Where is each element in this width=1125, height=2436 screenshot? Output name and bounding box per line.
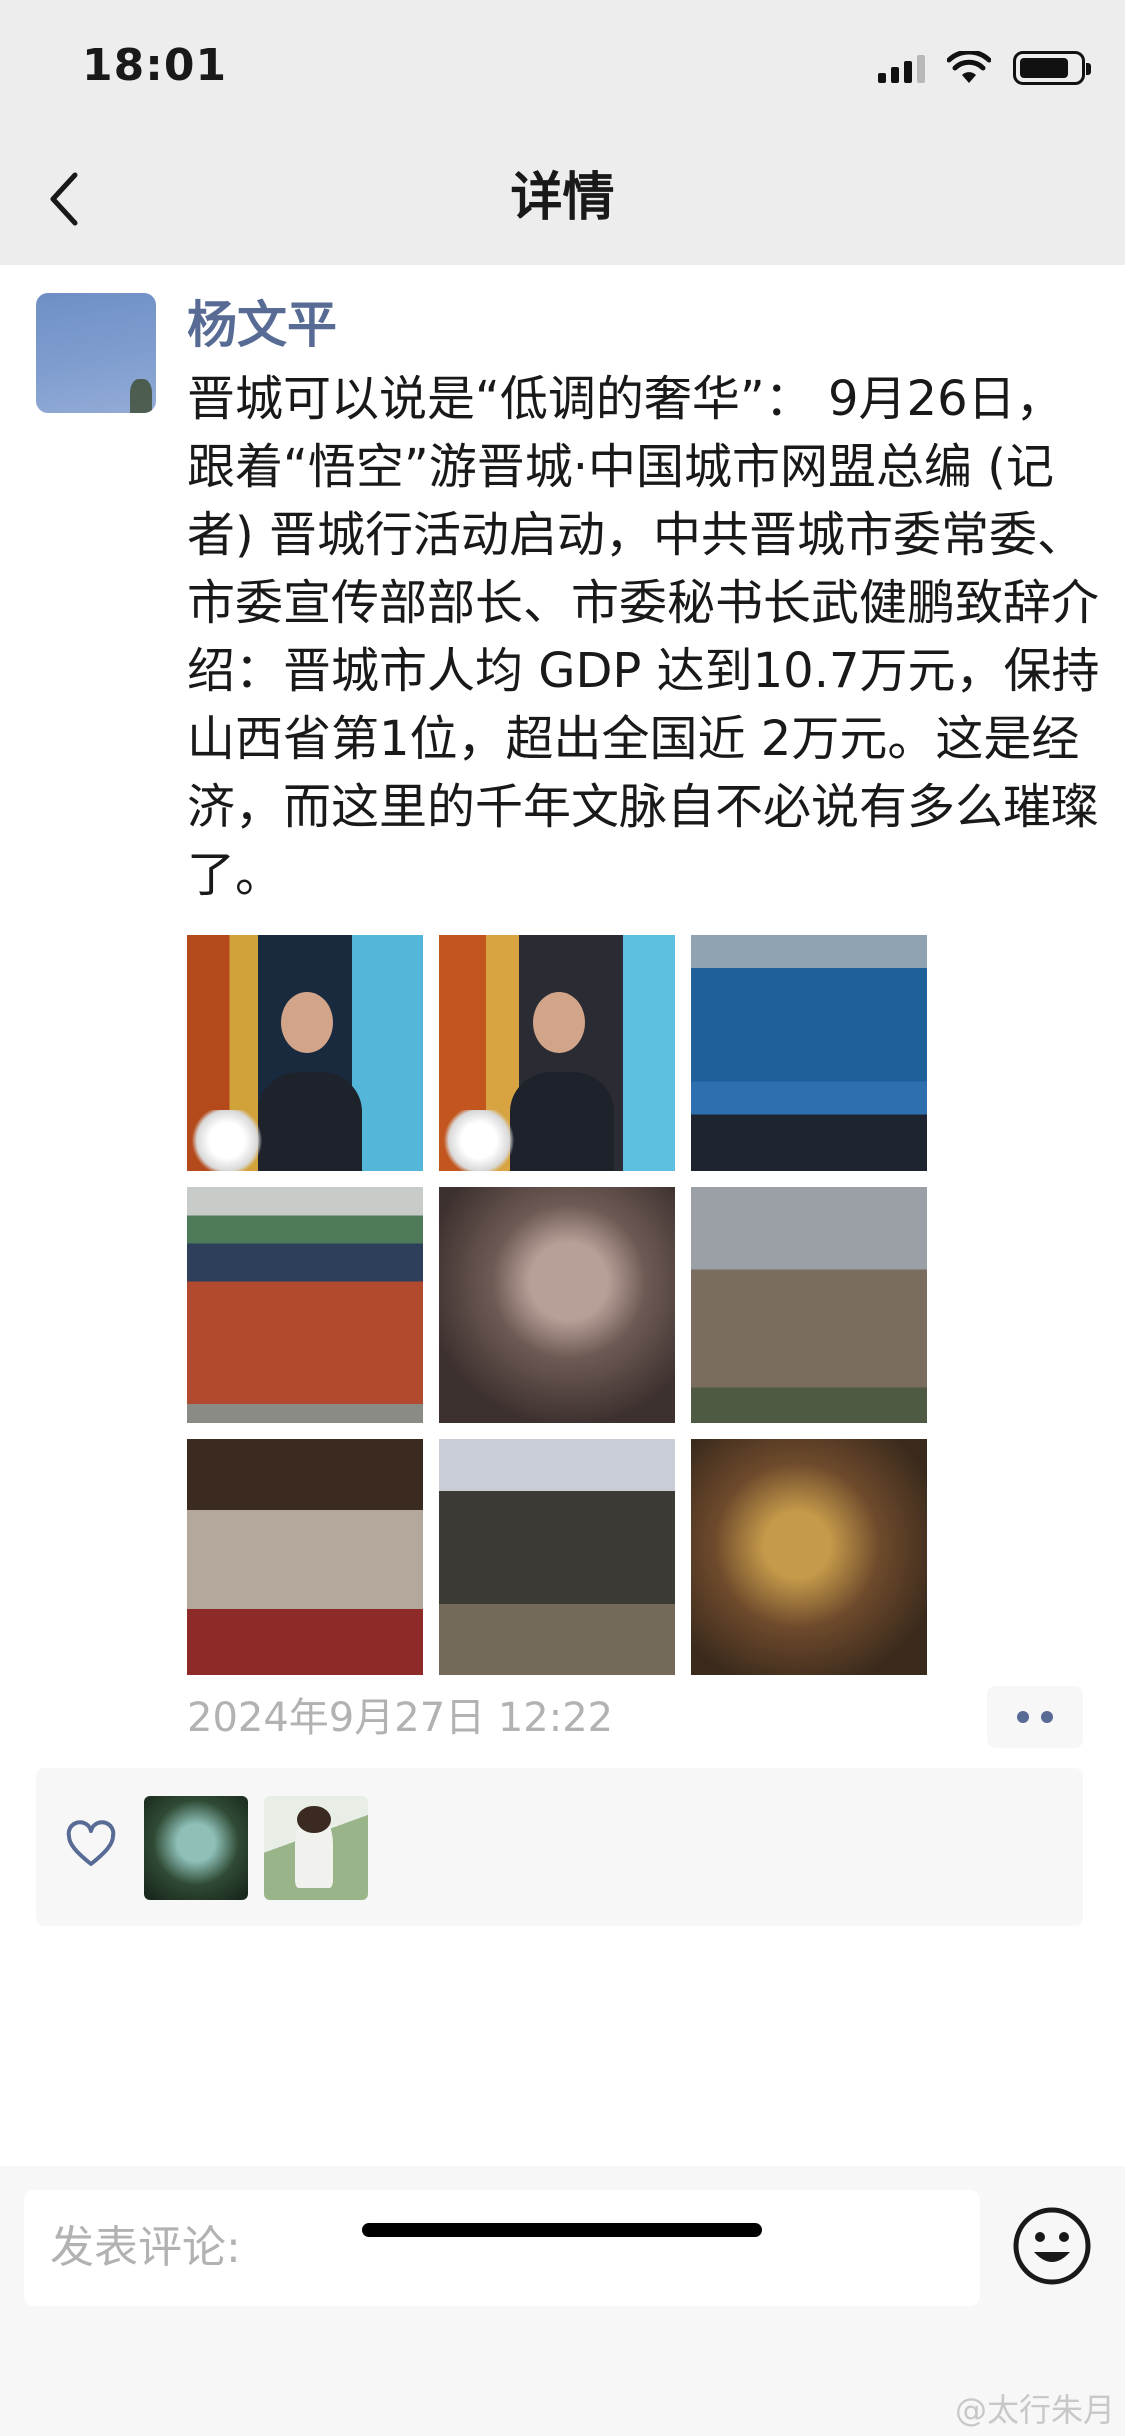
home-indicator <box>362 2223 762 2237</box>
post-photo[interactable] <box>439 935 675 1171</box>
heart-icon <box>66 1820 116 1866</box>
liker-avatar[interactable] <box>264 1796 368 1900</box>
post-photo[interactable] <box>439 1439 675 1675</box>
post-photo[interactable] <box>187 1439 423 1675</box>
post-timestamp: 2024年9月27日 12:22 <box>187 1695 614 1741</box>
status-time: 18:01 <box>82 40 228 91</box>
post-photo[interactable] <box>691 1187 927 1423</box>
post-photo[interactable] <box>439 1187 675 1423</box>
battery-icon <box>1013 51 1091 85</box>
comment-placeholder: 发表评论: <box>50 2222 241 2273</box>
wifi-icon <box>947 51 991 83</box>
likes-panel <box>36 1768 1083 1926</box>
poster-username[interactable]: 杨文平 <box>187 290 337 360</box>
post-photo[interactable] <box>691 935 927 1171</box>
emoji-icon[interactable] <box>1012 2206 1092 2286</box>
moments-detail-page: 18:01 详情 杨文平 晋城可以说是“低调的奢华”： 9月26日，跟着“悟空”… <box>0 0 1125 2436</box>
page-title: 详情 <box>510 168 615 228</box>
top-bar: 18:01 详情 <box>0 0 1125 265</box>
post-text: 晋城可以说是“低调的奢华”： 9月26日，跟着“悟空”游晋城·中国城市网盟总编 … <box>187 371 1100 903</box>
status-icons <box>878 48 1091 88</box>
watermark: @太行朱月 <box>954 2391 1115 2429</box>
post-photo[interactable] <box>187 1187 423 1423</box>
photo-grid <box>187 935 927 1675</box>
post-photo[interactable] <box>691 1439 927 1675</box>
comment-input[interactable]: 发表评论: <box>24 2190 980 2306</box>
cellular-signal-icon <box>878 53 925 83</box>
liker-avatar[interactable] <box>144 1796 248 1900</box>
more-actions-button[interactable] <box>987 1686 1083 1748</box>
post-photo[interactable] <box>187 935 423 1171</box>
poster-avatar[interactable] <box>36 293 156 413</box>
